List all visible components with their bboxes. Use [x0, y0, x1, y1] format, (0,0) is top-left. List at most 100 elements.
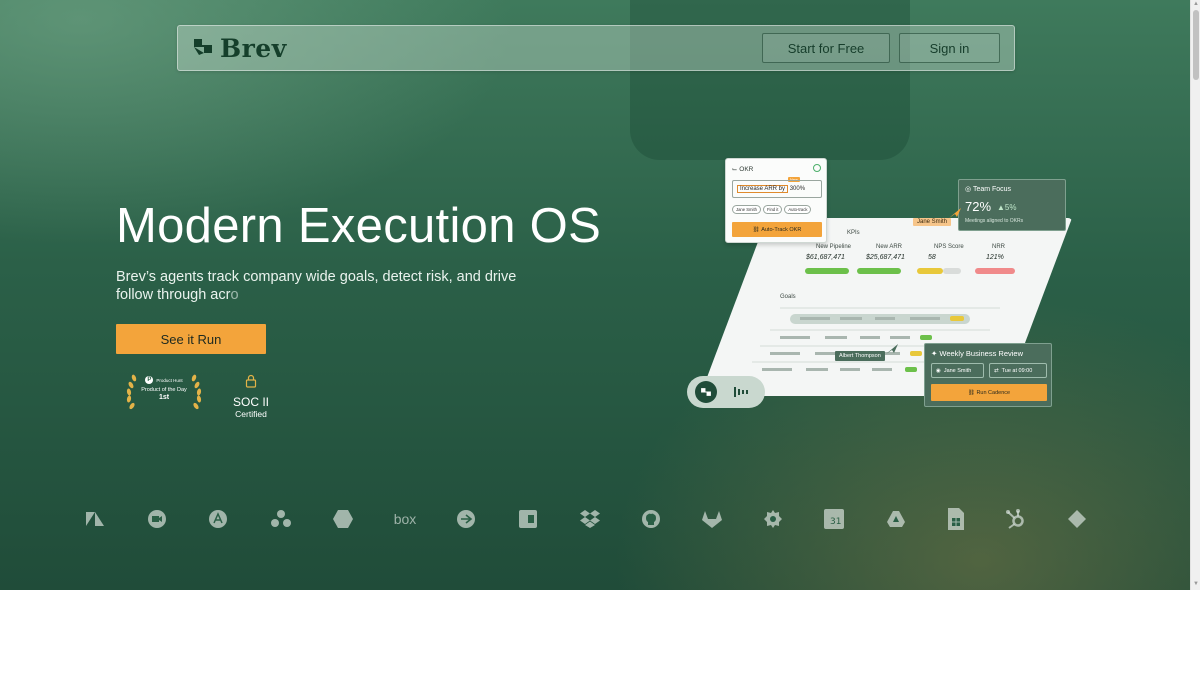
wbr-owner-chip[interactable]: ◉ Jane Smith [931, 363, 984, 378]
laurel-right-icon [191, 374, 202, 410]
lock-icon [245, 374, 257, 388]
product-hunt-brand: Product Hunt [156, 377, 183, 383]
background-shape [630, 0, 910, 160]
brev-logo-icon [192, 35, 214, 62]
wbr-time-chip[interactable]: ⇄ Tue at 09:00 [989, 363, 1047, 378]
okr-input[interactable]: Increase ARR by 300% [732, 180, 822, 198]
brand-logo[interactable]: Brev [192, 34, 287, 63]
cursor-arrow-icon [886, 344, 898, 354]
see-it-run-button[interactable]: See it Run [116, 324, 266, 354]
page-scrollbar[interactable]: ▲ ▼ [1190, 0, 1200, 590]
kpi-bars [795, 268, 1015, 276]
target-icon: ◎ [965, 186, 973, 193]
kpi-value: $25,687,471 [866, 254, 905, 261]
product-hunt-badge[interactable]: P Product Hunt Product of the Day 1st [125, 374, 203, 412]
box-icon: box [393, 511, 417, 527]
loop-icon [454, 505, 478, 533]
scroll-thumb[interactable] [1193, 10, 1199, 80]
product-hunt-rank: 1st [158, 394, 170, 401]
gitlab-icon [700, 505, 724, 533]
integration-logos-row: box 31 [0, 505, 1190, 535]
okr-title-text: OKR [739, 166, 754, 173]
asana-icon [269, 505, 293, 533]
github-icon [639, 505, 663, 533]
sheets-icon [944, 505, 968, 533]
weekly-business-review-card[interactable]: ✦ Weekly Business Review ◉ Jane Smith ⇄ Tu… [924, 343, 1052, 407]
dropbox-icon [578, 505, 602, 533]
kpi-name: NPS Score [934, 244, 964, 250]
diamond-icon [1065, 505, 1089, 533]
okr-chips: Jane Smith Find it Auto-track [732, 205, 812, 214]
product-hunt-icon: P [145, 376, 154, 384]
team-focus-note: Meetings aligned to OKRs [965, 218, 1024, 224]
scroll-down-icon[interactable]: ▼ [1193, 581, 1199, 587]
hero-subtitle-fade: o [230, 287, 239, 303]
link-icon: ⛓ [967, 389, 977, 396]
cursor-name-tag: Albert Thompson [835, 351, 885, 361]
kpi-name: New ARR [876, 244, 903, 250]
okr-title: ⌙ OKR [732, 165, 753, 173]
okr-input-prefix: Increase ARR by [740, 186, 786, 192]
auto-track-okr-button[interactable]: ⛓ Auto-Track OKR [732, 222, 822, 237]
wbr-title-text: Weekly Business Review [939, 349, 1024, 358]
soc-subtitle: Certified [235, 409, 267, 419]
kpi-bar [805, 268, 849, 274]
zoom-icon [145, 505, 169, 533]
team-focus-delta: ▲5% [997, 203, 1017, 212]
wbr-title: ✦ Weekly Business Review [931, 349, 1023, 358]
cursor-name-tag: Jane Smith [913, 218, 952, 226]
kpis-label: KPIs [847, 230, 860, 236]
hero-title: Modern Execution OS [116, 199, 602, 253]
appstore-icon [206, 505, 230, 533]
run-cadence-button[interactable]: ⛓ Run Cadence [931, 384, 1047, 401]
page: Brev Start for Free Sign in Modern Execu… [0, 0, 1200, 675]
kpi-bar [943, 268, 961, 274]
top-navbar: Brev Start for Free Sign in [177, 25, 1015, 71]
repeat-icon: ⇄ [994, 367, 999, 374]
okr-chip-find[interactable]: Find it [762, 205, 783, 214]
audio-wave-icon [734, 387, 748, 397]
sign-in-button[interactable]: Sign in [899, 33, 1000, 63]
run-cadence-label: Run Cadence [976, 389, 1011, 396]
kpi-bar [975, 268, 1015, 274]
kpi-value: 58 [928, 254, 936, 261]
clip-icon [516, 505, 540, 533]
soc-badge: SOC II Certified [224, 374, 278, 419]
svg-text:31: 31 [830, 517, 841, 527]
auto-track-okr-label: Auto-Track OKR [761, 226, 802, 233]
hubspot-icon [1004, 505, 1028, 533]
okr-chip-autotrack[interactable]: Auto-track [784, 205, 812, 214]
hero-subtitle: Brev’s agents track company wide goals, … [116, 268, 546, 304]
kpi-value: $61,687,471 [806, 254, 845, 261]
kpi-name: NRR [992, 244, 1005, 250]
team-focus-title: ◎ Team Focus [965, 185, 1011, 193]
view-toggle[interactable] [687, 376, 765, 408]
product-hunt-content: P Product Hunt Product of the Day 1st [137, 376, 191, 401]
kpi-name: New Pipeline [816, 244, 852, 250]
avatar-icon: ◉ [936, 367, 941, 374]
wbr-owner: Jane Smith [943, 367, 972, 374]
calendar-icon: 31 [822, 505, 846, 533]
team-focus-percent: 72% [965, 199, 992, 214]
soc-title: SOC II [232, 395, 269, 409]
start-for-free-button[interactable]: Start for Free [762, 33, 890, 63]
wbr-time: Tue at 09:00 [1001, 367, 1033, 374]
hero-subtitle-text: Brev’s agents track company wide goals, … [116, 269, 517, 303]
hexagon-icon [331, 505, 355, 533]
team-focus-card[interactable]: ◎ Team Focus 72% ▲5% Meetings aligned to… [958, 179, 1066, 231]
kpi-bar [917, 268, 943, 274]
okr-input-value: 300% [789, 186, 806, 192]
team-focus-title-text: Team Focus [972, 186, 1012, 193]
check-icon [813, 164, 821, 172]
gear-icon [761, 505, 785, 533]
drive-icon [884, 505, 908, 533]
brand-name: Brev [220, 34, 287, 63]
zendesk-icon [83, 505, 107, 533]
okr-chip-owner[interactable]: Jane Smith [732, 205, 761, 214]
scroll-up-icon[interactable]: ▲ [1193, 1, 1199, 7]
link-icon: ⛓ [752, 226, 762, 233]
kpi-bar [857, 268, 901, 274]
kpi-value: 121% [986, 254, 1004, 261]
brev-toggle-icon [695, 381, 717, 403]
okr-card[interactable]: ⌙ OKR New Increase ARR by 300% Jane Smit… [725, 158, 827, 243]
